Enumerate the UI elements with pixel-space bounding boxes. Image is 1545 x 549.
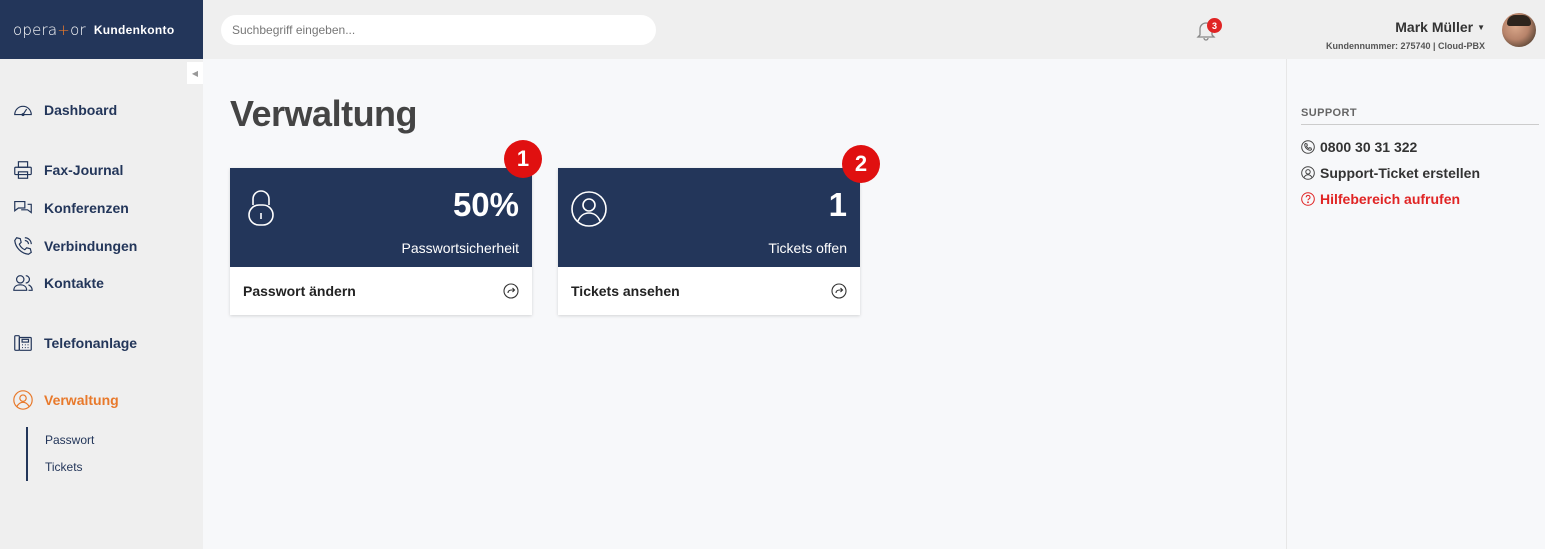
page-title: Verwaltung: [230, 93, 418, 134]
user-menu[interactable]: Mark Müller ▼ Kundennummer: 275740 | Clou…: [1326, 19, 1485, 51]
operator-logo: opera+or: [13, 20, 86, 39]
password-strength-caption: Passwortsicherheit: [401, 240, 520, 256]
open-tickets-value: 1: [828, 186, 847, 223]
subnav-item-passwort[interactable]: Passwort: [45, 427, 94, 454]
arrow-circle-icon: [831, 283, 847, 299]
sidebar-item-kontakte[interactable]: Kontakte: [12, 272, 104, 294]
collapse-sidebar-icon[interactable]: ◀: [187, 62, 203, 84]
change-password-link[interactable]: Passwort ändern: [230, 267, 532, 315]
sidebar-item-dashboard[interactable]: Dashboard: [12, 99, 117, 121]
user-name: Mark Müller: [1395, 19, 1474, 35]
sidebar-item-label: Verwaltung: [44, 392, 119, 408]
change-password-label: Passwort ändern: [243, 283, 356, 299]
user-circle-icon: [571, 191, 607, 227]
user-name-line[interactable]: Mark Müller ▼: [1395, 19, 1485, 35]
sidebar-item-label: Konferenzen: [44, 200, 129, 216]
customer-number: Kundennummer: 275740 | Cloud-PBX: [1325, 41, 1485, 51]
top-bar: opera+or Kundenkonto 3 Mark Müller▼ Kund…: [0, 0, 1545, 59]
verwaltung-subnav: Passwort Tickets: [26, 427, 94, 481]
caret-down-icon: ▼: [1477, 22, 1485, 32]
sidebar-item-label: Verbindungen: [44, 238, 138, 254]
password-strength-value: 50%: [452, 186, 519, 223]
sidebar-item-label: Kontakte: [44, 275, 104, 291]
tickets-card-header: 1 Tickets offen: [558, 168, 860, 267]
brand[interactable]: opera+or Kundenkonto: [0, 0, 203, 59]
sidebar-item-label: Dashboard: [44, 102, 118, 118]
brand-section-label: Kundenkonto: [93, 22, 175, 37]
step-badge-2: 2: [842, 145, 880, 183]
arrow-circle-icon: [503, 283, 519, 299]
support-phone[interactable]: 0800 30 31 322: [1301, 139, 1417, 155]
support-heading: SUPPORT: [1301, 107, 1539, 125]
users-icon: [13, 275, 33, 291]
sidebar-item-label: Fax-Journal: [44, 162, 124, 178]
user-circle-icon: [13, 390, 33, 410]
support-panel: SUPPORT 0800 30 31 322 Support-Ticket er…: [1286, 59, 1545, 549]
avatar[interactable]: [1502, 13, 1536, 47]
view-tickets-label: Tickets ansehen: [571, 283, 680, 299]
step-badge-1: 1: [504, 140, 542, 178]
tickets-card: 1 Tickets offen Tickets ansehen: [558, 168, 860, 315]
chat-bubbles-icon: [14, 200, 32, 214]
user-circle-icon: [1301, 166, 1315, 180]
sidebar-item-konferenzen[interactable]: Konferenzen: [12, 197, 129, 219]
help-area-link[interactable]: Hilfebereich aufrufen: [1301, 191, 1460, 207]
view-tickets-link[interactable]: Tickets ansehen: [558, 267, 860, 315]
help-area-label: Hilfebereich aufrufen: [1320, 191, 1461, 207]
sidebar-item-telefonanlage[interactable]: Telefonanlage: [12, 332, 137, 354]
open-tickets-caption: Tickets offen: [768, 240, 847, 256]
phone-icon: [14, 237, 32, 255]
desk-phone-icon: [14, 335, 32, 351]
password-card-header: 50% Passwortsicherheit: [230, 168, 532, 267]
password-card: 50% Passwortsicherheit Passwort ändern: [230, 168, 532, 315]
search-input[interactable]: [221, 15, 656, 45]
support-phone-number: 0800 30 31 322: [1320, 139, 1418, 155]
speedometer-icon: [14, 105, 32, 117]
sidebar-item-fax-journal[interactable]: Fax-Journal: [12, 159, 123, 181]
sidebar-item-verbindungen[interactable]: Verbindungen: [12, 235, 137, 257]
padlock-icon: [248, 190, 274, 226]
subnav-item-tickets[interactable]: Tickets: [45, 454, 94, 481]
sidebar-item-label: Telefonanlage: [44, 335, 138, 351]
support-ticket-link[interactable]: Support-Ticket erstellen: [1301, 165, 1480, 181]
sidebar-item-verwaltung[interactable]: Verwaltung: [12, 389, 119, 411]
phone-icon: [1301, 140, 1315, 154]
printer-icon: [14, 161, 32, 179]
support-ticket-label: Support-Ticket erstellen: [1320, 165, 1481, 181]
question-circle-icon: [1301, 192, 1315, 206]
notification-count-badge: 3: [1207, 18, 1222, 33]
sidebar: ◀ Dashboard Fax-Journal Konferenzen Verb…: [0, 59, 203, 549]
